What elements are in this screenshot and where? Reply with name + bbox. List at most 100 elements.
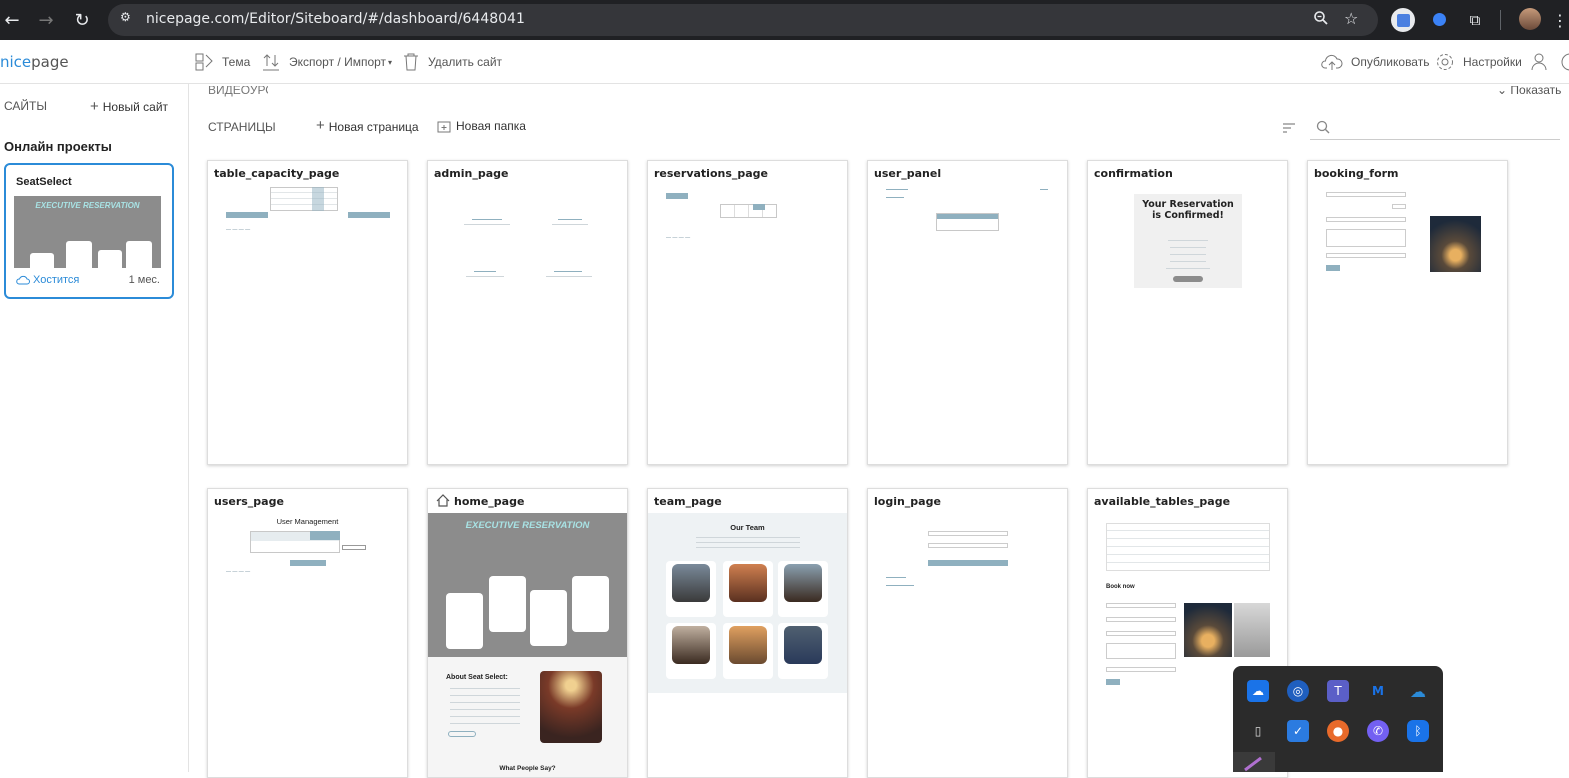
viber-icon[interactable]: ✆ bbox=[1367, 720, 1389, 742]
page-card-booking-form[interactable]: booking_form bbox=[1307, 160, 1508, 465]
plus-icon: + bbox=[316, 117, 325, 134]
search-input[interactable] bbox=[1310, 116, 1560, 140]
orange-app-icon[interactable]: ● bbox=[1327, 720, 1349, 742]
cloud-icon bbox=[16, 275, 30, 285]
sort-icon[interactable] bbox=[1282, 121, 1296, 139]
back-icon[interactable]: ← bbox=[0, 8, 24, 32]
home-icon bbox=[436, 494, 450, 507]
usb-device-icon[interactable]: ▯ bbox=[1247, 720, 1269, 742]
settings-button[interactable]: Настройки bbox=[1435, 52, 1522, 72]
page-card-table-capacity[interactable]: table_capacity_page — — — — bbox=[207, 160, 408, 465]
site-thumb-heading: EXECUTIVE RESERVATION bbox=[35, 201, 140, 210]
page-title: admin_page bbox=[434, 167, 509, 180]
forward-icon[interactable]: → bbox=[34, 8, 58, 32]
site-name: SeatSelect bbox=[16, 176, 72, 188]
dining-room-photo bbox=[1234, 603, 1270, 657]
theme-icon bbox=[195, 53, 213, 71]
divider bbox=[1500, 10, 1501, 30]
search-icon bbox=[1316, 120, 1330, 134]
pages-label: СТРАНИЦЫ bbox=[208, 120, 276, 134]
page-title: user_panel bbox=[874, 167, 942, 180]
feather-icon bbox=[1244, 756, 1262, 772]
chevron-down-icon: ⌄ bbox=[1497, 86, 1508, 97]
url-text[interactable]: nicepage.com/Editor/Siteboard/#/dashboar… bbox=[146, 11, 525, 27]
dropdown-caret-icon: ▾ bbox=[388, 57, 393, 67]
home-hero-heading: EXECUTIVE RESERVATION bbox=[465, 520, 590, 531]
publish-button[interactable]: Опубликовать bbox=[1321, 52, 1429, 72]
page-title: booking_form bbox=[1314, 167, 1399, 180]
export-import-icon bbox=[263, 54, 279, 71]
cloud-upload-icon bbox=[1321, 54, 1343, 70]
new-folder-button[interactable]: Новая папка bbox=[437, 119, 526, 133]
home-about-heading: About Seat Select: bbox=[446, 674, 508, 681]
page-card-team[interactable]: team_page Our Team bbox=[647, 488, 848, 778]
extensions-puzzle-icon[interactable]: ⧉ bbox=[1463, 8, 1487, 32]
site-age: 1 мес. bbox=[128, 274, 160, 286]
translate-extension-icon[interactable] bbox=[1391, 8, 1415, 32]
confirmation-heading: Your Reservation is Confirmed! bbox=[1142, 199, 1234, 221]
restaurant-photo bbox=[1184, 603, 1232, 657]
chrome-menu-icon[interactable]: ⋮ bbox=[1548, 8, 1569, 32]
user-account-icon[interactable] bbox=[1530, 52, 1556, 72]
bookmark-star-icon[interactable]: ☆ bbox=[1344, 9, 1358, 28]
page-card-home[interactable]: home_page EXECUTIVE RESERVATION About Se… bbox=[427, 488, 628, 778]
page-card-users[interactable]: users_page User Management — — — — bbox=[207, 488, 408, 778]
page-title: confirmation bbox=[1094, 167, 1173, 180]
export-import-button[interactable]: Экспорт / Импорт ▾ bbox=[261, 52, 392, 72]
profile-avatar[interactable] bbox=[1519, 8, 1541, 30]
sites-label: САЙТЫ bbox=[4, 99, 47, 113]
site-card-seatselect[interactable]: SeatSelect EXECUTIVE RESERVATION Хоститс… bbox=[4, 163, 174, 299]
delete-site-button[interactable]: Удалить сайт bbox=[402, 52, 502, 72]
trash-icon bbox=[404, 53, 418, 71]
video-tutorials-label: ВИДЕОУРОКИ bbox=[208, 86, 268, 97]
help-icon[interactable] bbox=[1561, 52, 1569, 72]
page-card-admin[interactable]: admin_page bbox=[427, 160, 628, 465]
reload-icon[interactable]: ↻ bbox=[70, 8, 94, 32]
page-title: reservations_page bbox=[654, 167, 769, 180]
show-toggle[interactable]: ⌄ Показать bbox=[1497, 86, 1569, 98]
book-now-heading: Book now bbox=[1106, 584, 1135, 590]
page-title: available_tables_page bbox=[1094, 495, 1231, 508]
users-heading: User Management bbox=[276, 517, 339, 526]
home-testimonials-heading: What People Say? bbox=[499, 765, 556, 772]
site-info-icon[interactable]: ⚙ bbox=[120, 10, 131, 24]
hosting-status: Хостится bbox=[16, 274, 79, 286]
page-card-user-panel[interactable]: user_panel bbox=[867, 160, 1068, 465]
team-heading: Our Team bbox=[730, 523, 765, 532]
browser-toolbar: ← → ↻ ⚙ nicepage.com/Editor/Siteboard/#/… bbox=[0, 0, 1569, 40]
search-field[interactable] bbox=[1336, 118, 1556, 132]
page-card-login[interactable]: login_page bbox=[867, 488, 1068, 778]
new-site-button[interactable]: + Новый сайт bbox=[90, 98, 168, 115]
malwarebytes-icon[interactable]: M bbox=[1367, 680, 1389, 702]
bluetooth-icon[interactable]: ᛒ bbox=[1407, 720, 1429, 742]
page-thumbnail: EXECUTIVE RESERVATION About Seat Select:… bbox=[428, 513, 627, 777]
online-projects-heading: Онлайн проекты bbox=[4, 139, 112, 154]
page-title: table_capacity_page bbox=[214, 167, 340, 180]
address-bar[interactable]: ⚙ nicepage.com/Editor/Siteboard/#/dashbo… bbox=[108, 4, 1378, 36]
theme-button[interactable]: Тема bbox=[194, 52, 250, 72]
nicepage-logo[interactable]: nicepage bbox=[0, 53, 69, 71]
sidebar: САЙТЫ + Новый сайт Онлайн проекты SeatSel… bbox=[0, 84, 189, 772]
extension-dot-icon[interactable] bbox=[1433, 13, 1446, 26]
spiral-app-icon[interactable]: ◎ bbox=[1287, 680, 1309, 702]
new-page-button[interactable]: + Новая страница bbox=[316, 117, 419, 134]
restaurant-photo bbox=[540, 671, 602, 743]
onedrive-icon[interactable]: ☁ bbox=[1407, 680, 1429, 702]
page-title: team_page bbox=[654, 495, 722, 508]
tray-selected-item[interactable] bbox=[1233, 752, 1275, 772]
page-card-reservations[interactable]: reservations_page — — — — bbox=[647, 160, 848, 465]
page-card-confirmation[interactable]: confirmation Your Reservation is Confirm… bbox=[1087, 160, 1288, 465]
page-title: login_page bbox=[874, 495, 941, 508]
folder-plus-icon bbox=[437, 121, 451, 132]
page-thumbnail: Our Team bbox=[648, 513, 847, 693]
gear-icon bbox=[1437, 54, 1453, 70]
teams-icon[interactable]: T bbox=[1327, 680, 1349, 702]
site-thumbnail: EXECUTIVE RESERVATION bbox=[14, 196, 161, 268]
zoom-icon[interactable] bbox=[1313, 10, 1329, 30]
security-shield-icon[interactable]: ✓ bbox=[1287, 720, 1309, 742]
cloud-sync-icon[interactable]: ☁ bbox=[1247, 680, 1269, 702]
page-title: users_page bbox=[214, 495, 284, 508]
plus-icon: + bbox=[90, 98, 99, 115]
system-tray-overflow: ☁ ◎ T M ☁ ▯ ✓ ● ✆ ᛒ bbox=[1233, 666, 1443, 772]
restaurant-photo bbox=[1430, 216, 1481, 272]
